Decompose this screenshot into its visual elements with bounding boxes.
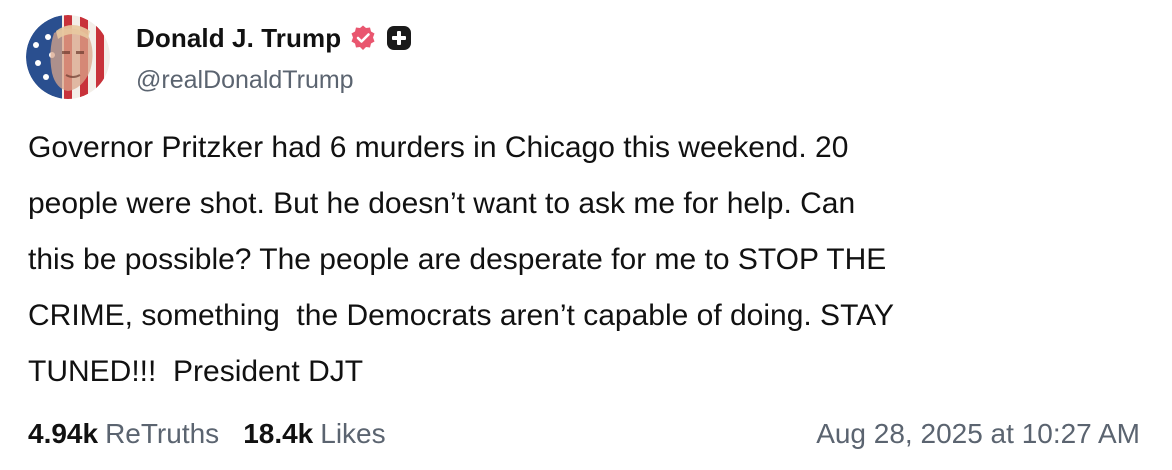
- post-card: Donald J. Trump @realDonaldTrump Governo…: [0, 0, 1172, 470]
- display-name[interactable]: Donald J. Trump: [136, 23, 341, 54]
- likes-stat[interactable]: 18.4k Likes: [243, 418, 385, 450]
- retruths-stat[interactable]: 4.94k ReTruths: [28, 418, 219, 450]
- avatar-image: [26, 15, 110, 99]
- author-line: Donald J. Trump: [136, 18, 413, 58]
- verified-badge-icon: [349, 24, 377, 52]
- retruths-label: ReTruths: [105, 418, 220, 449]
- plus-badge-icon: [385, 24, 413, 52]
- likes-count: 18.4k: [243, 418, 314, 449]
- post-stats: 4.94k ReTruths 18.4k Likes: [28, 418, 386, 450]
- likes-label: Likes: [320, 418, 386, 449]
- retruths-count: 4.94k: [28, 418, 99, 449]
- author-handle[interactable]: @realDonaldTrump: [136, 66, 354, 95]
- post-timestamp[interactable]: Aug 28, 2025 at 10:27 AM: [816, 418, 1140, 450]
- post-text: Governor Pritzker had 6 murders in Chica…: [28, 131, 894, 388]
- avatar[interactable]: [26, 15, 110, 99]
